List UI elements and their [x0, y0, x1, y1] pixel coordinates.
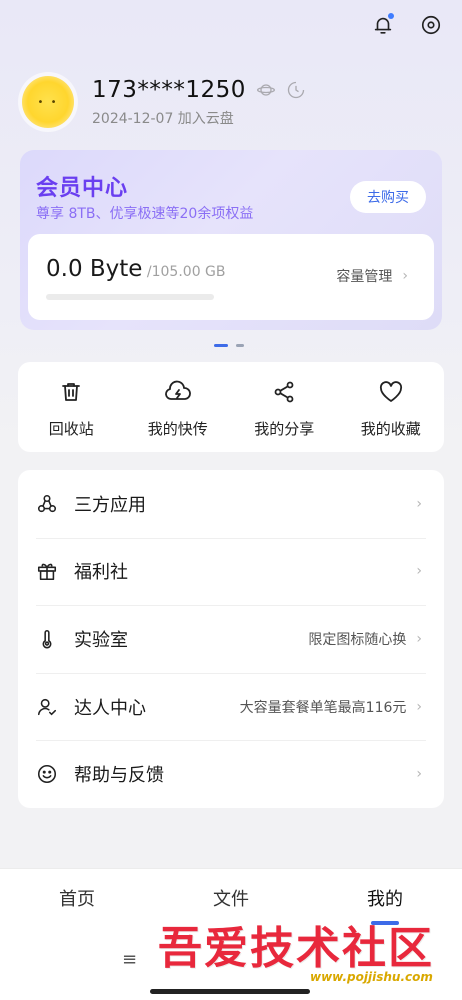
apps-icon [36, 493, 58, 515]
tab-files[interactable]: 文件 [154, 883, 308, 911]
carousel-dot-active [214, 344, 228, 347]
quick-action-favorites[interactable]: 我的收藏 [338, 362, 445, 452]
member-subtitle: 尊享 8TB、优享极速等20余项权益 [36, 206, 254, 222]
profile-info: 173****1250 2024-12-07 加入云盘 [92, 77, 306, 128]
avatar-face: • • [37, 96, 59, 108]
menu-item-hint: 大容量套餐单笔最高116元 [239, 699, 407, 716]
join-date: 2024-12-07 加入云盘 [92, 110, 234, 127]
storage-manage-label: 容量管理 [336, 269, 393, 285]
menu-item-expert-center[interactable]: 达人中心 大容量套餐单笔最高116元 › [18, 672, 444, 741]
storage-usage: 0.0 Byte /105.00 GB [46, 256, 226, 282]
chevron-right-icon: › [416, 698, 422, 715]
watermark: 吾爱技术社区 www.pojjishu.com [150, 912, 456, 984]
quick-actions: 回收站 我的快传 我的分享 我的收藏 [18, 362, 444, 452]
menu-item-hint: 限定图标随心换 [308, 631, 407, 648]
heart-icon [377, 378, 405, 406]
tab-home[interactable]: 首页 [0, 883, 154, 911]
smile-icon [36, 763, 58, 785]
menu-item-label: 达人中心 [74, 697, 146, 719]
watermark-url: www.pojjishu.com [310, 970, 433, 984]
phone-number: 173****1250 [92, 76, 246, 103]
notification-bell-icon[interactable] [370, 12, 396, 38]
planet-badge-icon[interactable] [256, 80, 276, 100]
settings-gear-icon[interactable] [418, 12, 444, 38]
member-title: 会员中心 [36, 176, 129, 201]
quick-action-fast-transfer[interactable]: 我的快传 [125, 362, 232, 452]
profile-header[interactable]: • • 173****1250 2024-12-07 加入云盘 [22, 76, 306, 128]
quick-action-label: 我的收藏 [360, 420, 421, 438]
user-check-icon [36, 696, 58, 718]
carousel-dot [236, 344, 244, 347]
storage-progress-bar [46, 294, 214, 300]
watermark-title: 吾爱技术社区 [158, 923, 434, 974]
menu-item-label: 实验室 [74, 629, 128, 651]
storage-total-value: /105.00 GB [142, 264, 226, 280]
system-menu-icon[interactable]: ≡ [122, 949, 137, 970]
menu-item-welfare[interactable]: 福利社 › [18, 537, 444, 606]
gift-icon [36, 560, 58, 582]
member-center-card[interactable]: 会员中心 尊享 8TB、优享极速等20余项权益 去购买 0.0 Byte /10… [20, 150, 442, 330]
menu-item-label: 帮助与反馈 [74, 765, 164, 787]
tab-mine[interactable]: 我的 [308, 883, 462, 911]
buy-button[interactable]: 去购买 [350, 181, 426, 213]
menu-item-label: 三方应用 [74, 494, 146, 516]
share-icon [270, 378, 298, 406]
menu-item-help-feedback[interactable]: 帮助与反馈 › [18, 740, 444, 808]
menu-list: 三方应用 › 福利社 › 实验室 限定图标随心换 › 达人中心 大容量套餐单笔最… [18, 470, 444, 808]
phone-row: 173****1250 [92, 77, 306, 103]
storage-used-value: 0.0 Byte [46, 256, 143, 282]
quick-action-my-shares[interactable]: 我的分享 [231, 362, 338, 452]
menu-item-label: 福利社 [74, 562, 128, 584]
menu-item-laboratory[interactable]: 实验室 限定图标随心换 › [18, 605, 444, 673]
home-indicator[interactable] [150, 989, 310, 994]
storage-manage-link[interactable]: 容量管理 › [336, 266, 408, 286]
avatar[interactable]: • • [22, 76, 74, 128]
storage-card[interactable]: 0.0 Byte /105.00 GB 容量管理 › [28, 234, 434, 320]
quick-action-label: 回收站 [48, 420, 94, 438]
thermometer-icon [36, 628, 58, 650]
chevron-right-icon: › [416, 563, 422, 580]
chevron-right-icon: › [402, 268, 408, 284]
chevron-right-icon: › [416, 766, 422, 783]
top-actions [370, 12, 444, 38]
notification-dot [388, 13, 394, 19]
menu-item-third-party-apps[interactable]: 三方应用 › [18, 470, 444, 538]
chevron-right-icon: › [416, 495, 422, 512]
trash-icon [57, 378, 85, 406]
level-badge-icon[interactable] [286, 80, 306, 100]
carousel-indicator [214, 344, 244, 347]
quick-action-label: 我的分享 [254, 420, 315, 438]
quick-action-recycle-bin[interactable]: 回收站 [18, 362, 125, 452]
chevron-right-icon: › [416, 630, 422, 647]
quick-action-label: 我的快传 [147, 420, 208, 438]
cloud-lightning-icon [164, 378, 192, 406]
